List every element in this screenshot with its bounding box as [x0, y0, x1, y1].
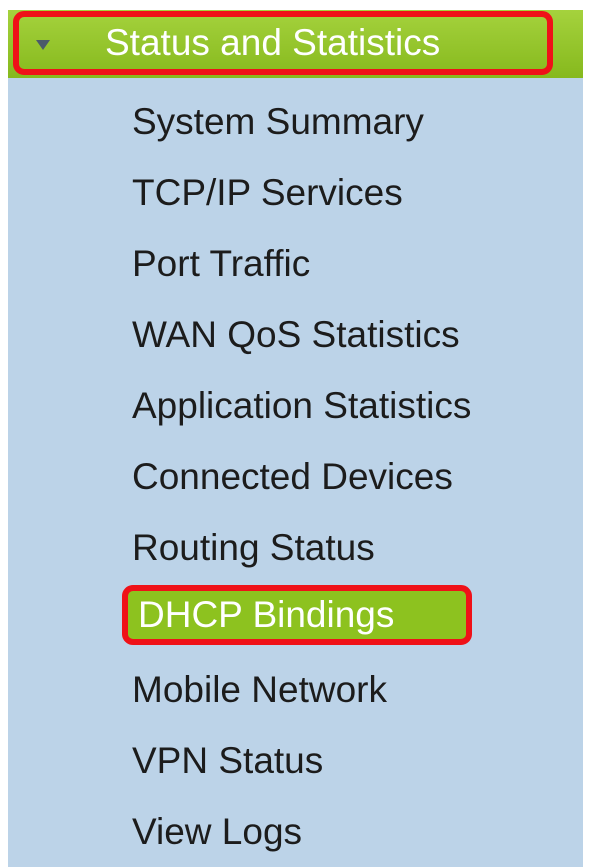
navigation-menu: Status and Statistics System Summary TCP…: [8, 10, 583, 867]
menu-item-view-logs[interactable]: View Logs: [132, 804, 302, 860]
menu-item-vpn-status[interactable]: VPN Status: [132, 733, 323, 789]
menu-item-dhcp-bindings[interactable]: DHCP Bindings: [122, 585, 472, 645]
menu-item-connected-devices[interactable]: Connected Devices: [132, 449, 453, 505]
section-header-status-and-statistics[interactable]: Status and Statistics: [8, 10, 583, 78]
menu-item-application-statistics[interactable]: Application Statistics: [132, 378, 471, 434]
section-title[interactable]: Status and Statistics: [105, 18, 440, 68]
menu-item-mobile-network[interactable]: Mobile Network: [132, 662, 387, 718]
menu-item-port-traffic[interactable]: Port Traffic: [132, 236, 310, 292]
caret-down-icon[interactable]: [36, 40, 50, 50]
menu-item-tcp-ip-services[interactable]: TCP/IP Services: [132, 165, 403, 221]
menu-item-routing-status[interactable]: Routing Status: [132, 520, 375, 576]
screenshot-frame: Status and Statistics System Summary TCP…: [0, 0, 591, 867]
menu-item-system-summary[interactable]: System Summary: [132, 94, 424, 150]
menu-item-wan-qos-statistics[interactable]: WAN QoS Statistics: [132, 307, 460, 363]
